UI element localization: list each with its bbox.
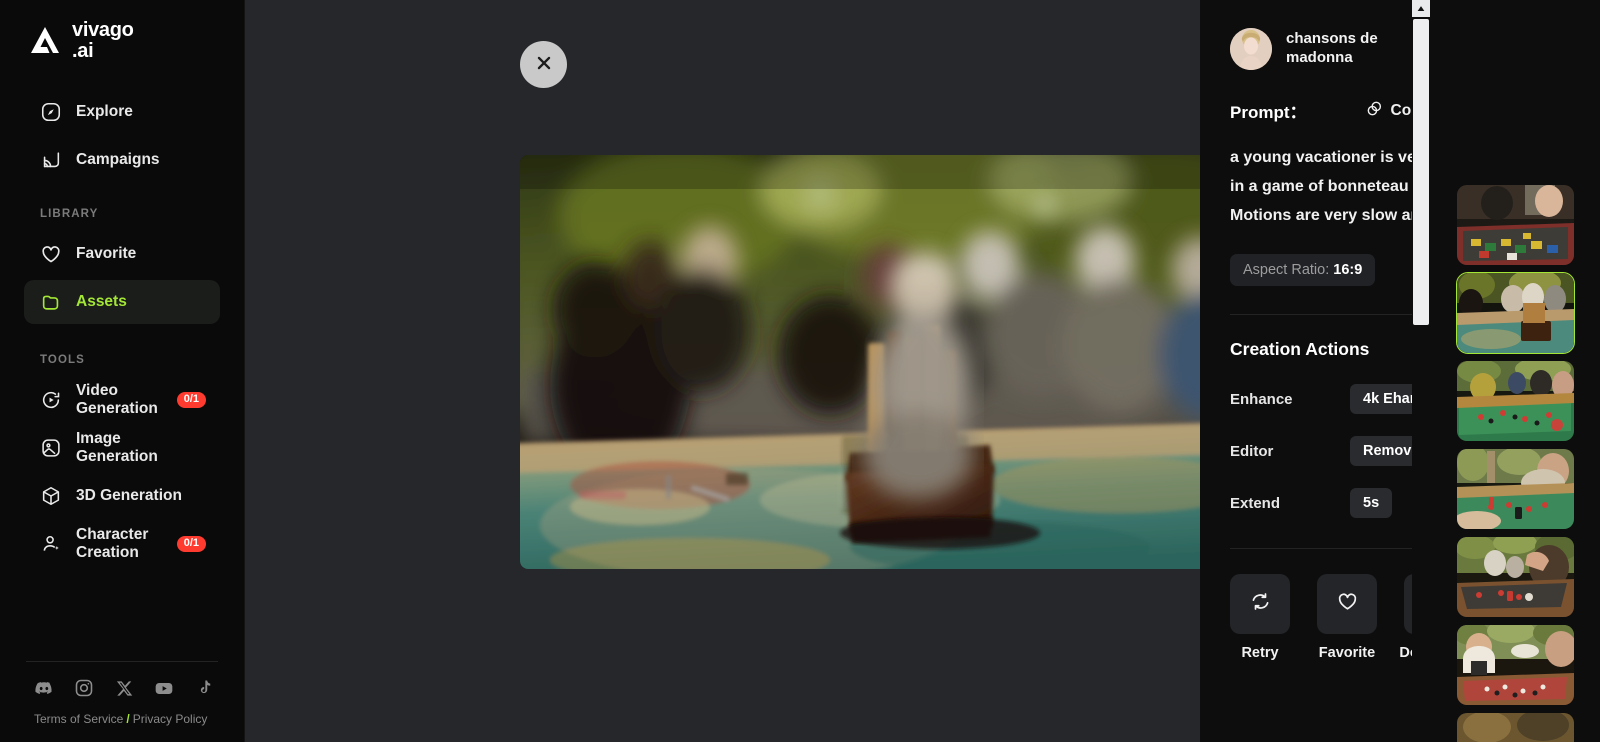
status-badge: 0/1: [176, 536, 206, 552]
instagram-icon[interactable]: [74, 678, 94, 698]
aspect-ratio-label: Aspect Ratio:: [1243, 262, 1330, 278]
scrollbar-thumb[interactable]: [1413, 19, 1429, 325]
legal-links: Terms of Service / Privacy Policy: [26, 712, 218, 726]
media-preview[interactable]: [520, 155, 1256, 569]
status-badge: 0/1: [176, 392, 206, 408]
terms-of-service-link[interactable]: Terms of Service: [34, 712, 123, 726]
footer-divider: [26, 661, 218, 662]
creator-name: chansons de madonna: [1286, 30, 1378, 66]
thumbnail-art: [1457, 449, 1574, 529]
scrollbar[interactable]: [1412, 0, 1430, 742]
sidebar-item-image-generation[interactable]: Image Generation: [24, 426, 220, 470]
creation-actions-title: Creation Actions: [1230, 339, 1370, 359]
close-button[interactable]: [520, 41, 567, 88]
copy-icon: [1365, 99, 1384, 123]
tools-nav: Video Generation 0/1 Image Generation 3D…: [0, 374, 244, 570]
folder-icon: [40, 291, 62, 313]
thumbnail-art: [1457, 625, 1574, 705]
thumbnail-art: [1457, 361, 1574, 441]
creation-action-label: Extend: [1230, 494, 1281, 512]
thumbnail-art: [1457, 273, 1574, 353]
brand-logo[interactable]: vivago .ai: [0, 0, 244, 64]
avatar[interactable]: [1230, 28, 1272, 70]
person-sparkle-icon: [40, 533, 62, 555]
heart-icon: [1336, 590, 1359, 618]
creation-action-label: Editor: [1230, 442, 1274, 460]
legal-separator: /: [126, 712, 130, 726]
tools-section-label: TOOLS: [40, 354, 85, 366]
media-viewer: [245, 0, 1256, 742]
retry-button-box: [1230, 574, 1290, 634]
sidebar-item-assets[interactable]: Assets: [24, 280, 220, 324]
retry-button[interactable]: Retry: [1230, 574, 1290, 661]
tiktok-icon[interactable]: [194, 678, 214, 698]
sidebar-item-video-generation[interactable]: Video Generation 0/1: [24, 378, 220, 422]
image-icon: [40, 437, 62, 459]
app-root: vivago .ai Explore Campaigns LIBRARY Fav…: [0, 0, 1600, 742]
campaign-broadcast-icon: [40, 149, 62, 171]
list-item[interactable]: [1456, 272, 1575, 354]
vivago-triangle-logo-icon: [26, 22, 64, 60]
media-frame-art: [520, 155, 1256, 569]
aspect-ratio-value: 16:9: [1333, 262, 1363, 278]
sidebar-item-character-creation[interactable]: Character Creation 0/1: [24, 522, 220, 566]
list-item[interactable]: [1457, 537, 1574, 617]
scroll-up-arrow-icon[interactable]: [1412, 0, 1430, 17]
sidebar-item-3d-generation[interactable]: 3D Generation: [24, 474, 220, 518]
sidebar-item-label: 3D Generation: [76, 487, 182, 504]
extend-5s-chip[interactable]: 5s: [1350, 488, 1393, 518]
social-links: [26, 678, 218, 698]
thumbnail-art: [1457, 185, 1574, 265]
aspect-ratio-chip: Aspect Ratio: 16:9: [1230, 254, 1376, 286]
thumbnail-art: [1457, 713, 1574, 742]
brand-name-line2: .ai: [72, 40, 94, 62]
x-twitter-icon[interactable]: [114, 678, 134, 698]
compass-icon: [40, 101, 62, 123]
prompt-label: Prompt：: [1230, 103, 1307, 122]
sidebar-item-campaigns[interactable]: Campaigns: [24, 138, 220, 182]
favorite-button[interactable]: Favorite: [1317, 574, 1377, 661]
retry-button-label: Retry: [1241, 645, 1279, 661]
sidebar-item-label: Image Generation: [76, 430, 158, 465]
sidebar-item-explore[interactable]: Explore: [24, 90, 220, 134]
primary-nav: Explore Campaigns: [0, 86, 244, 186]
library-nav: Favorite Assets: [0, 228, 244, 328]
list-item[interactable]: [1457, 713, 1574, 742]
sidebar-item-label: Favorite: [76, 245, 137, 262]
sidebar-item-label: Assets: [76, 293, 127, 310]
list-item[interactable]: [1457, 449, 1574, 529]
brand-name: vivago .ai: [72, 20, 134, 62]
list-item[interactable]: [1457, 625, 1574, 705]
avatar-art: [1230, 28, 1272, 70]
sidebar-item-label: Explore: [76, 103, 133, 120]
favorite-button-box: [1317, 574, 1377, 634]
sidebar-item-favorite[interactable]: Favorite: [24, 232, 220, 276]
cube-icon: [40, 485, 62, 507]
library-section-label: LIBRARY: [40, 208, 99, 220]
favorite-button-label: Favorite: [1318, 645, 1376, 661]
close-x-icon: [533, 52, 555, 77]
sidebar-footer: Terms of Service / Privacy Policy: [0, 661, 244, 742]
retry-icon: [1249, 590, 1272, 618]
sidebar-item-label: Campaigns: [76, 151, 160, 168]
discord-icon[interactable]: [34, 678, 54, 698]
video-play-icon: [40, 389, 62, 411]
brand-name-line1: vivago: [72, 19, 134, 41]
heart-icon: [40, 243, 62, 265]
privacy-policy-link[interactable]: Privacy Policy: [133, 712, 208, 726]
youtube-icon[interactable]: [154, 678, 174, 698]
list-item[interactable]: [1457, 361, 1574, 441]
thumbnail-art: [1457, 537, 1574, 617]
thumbnail-rail: [1430, 0, 1600, 742]
creation-action-label: Enhance: [1230, 390, 1293, 408]
sidebar: vivago .ai Explore Campaigns LIBRARY Fav…: [0, 0, 245, 742]
list-item[interactable]: [1457, 185, 1574, 265]
